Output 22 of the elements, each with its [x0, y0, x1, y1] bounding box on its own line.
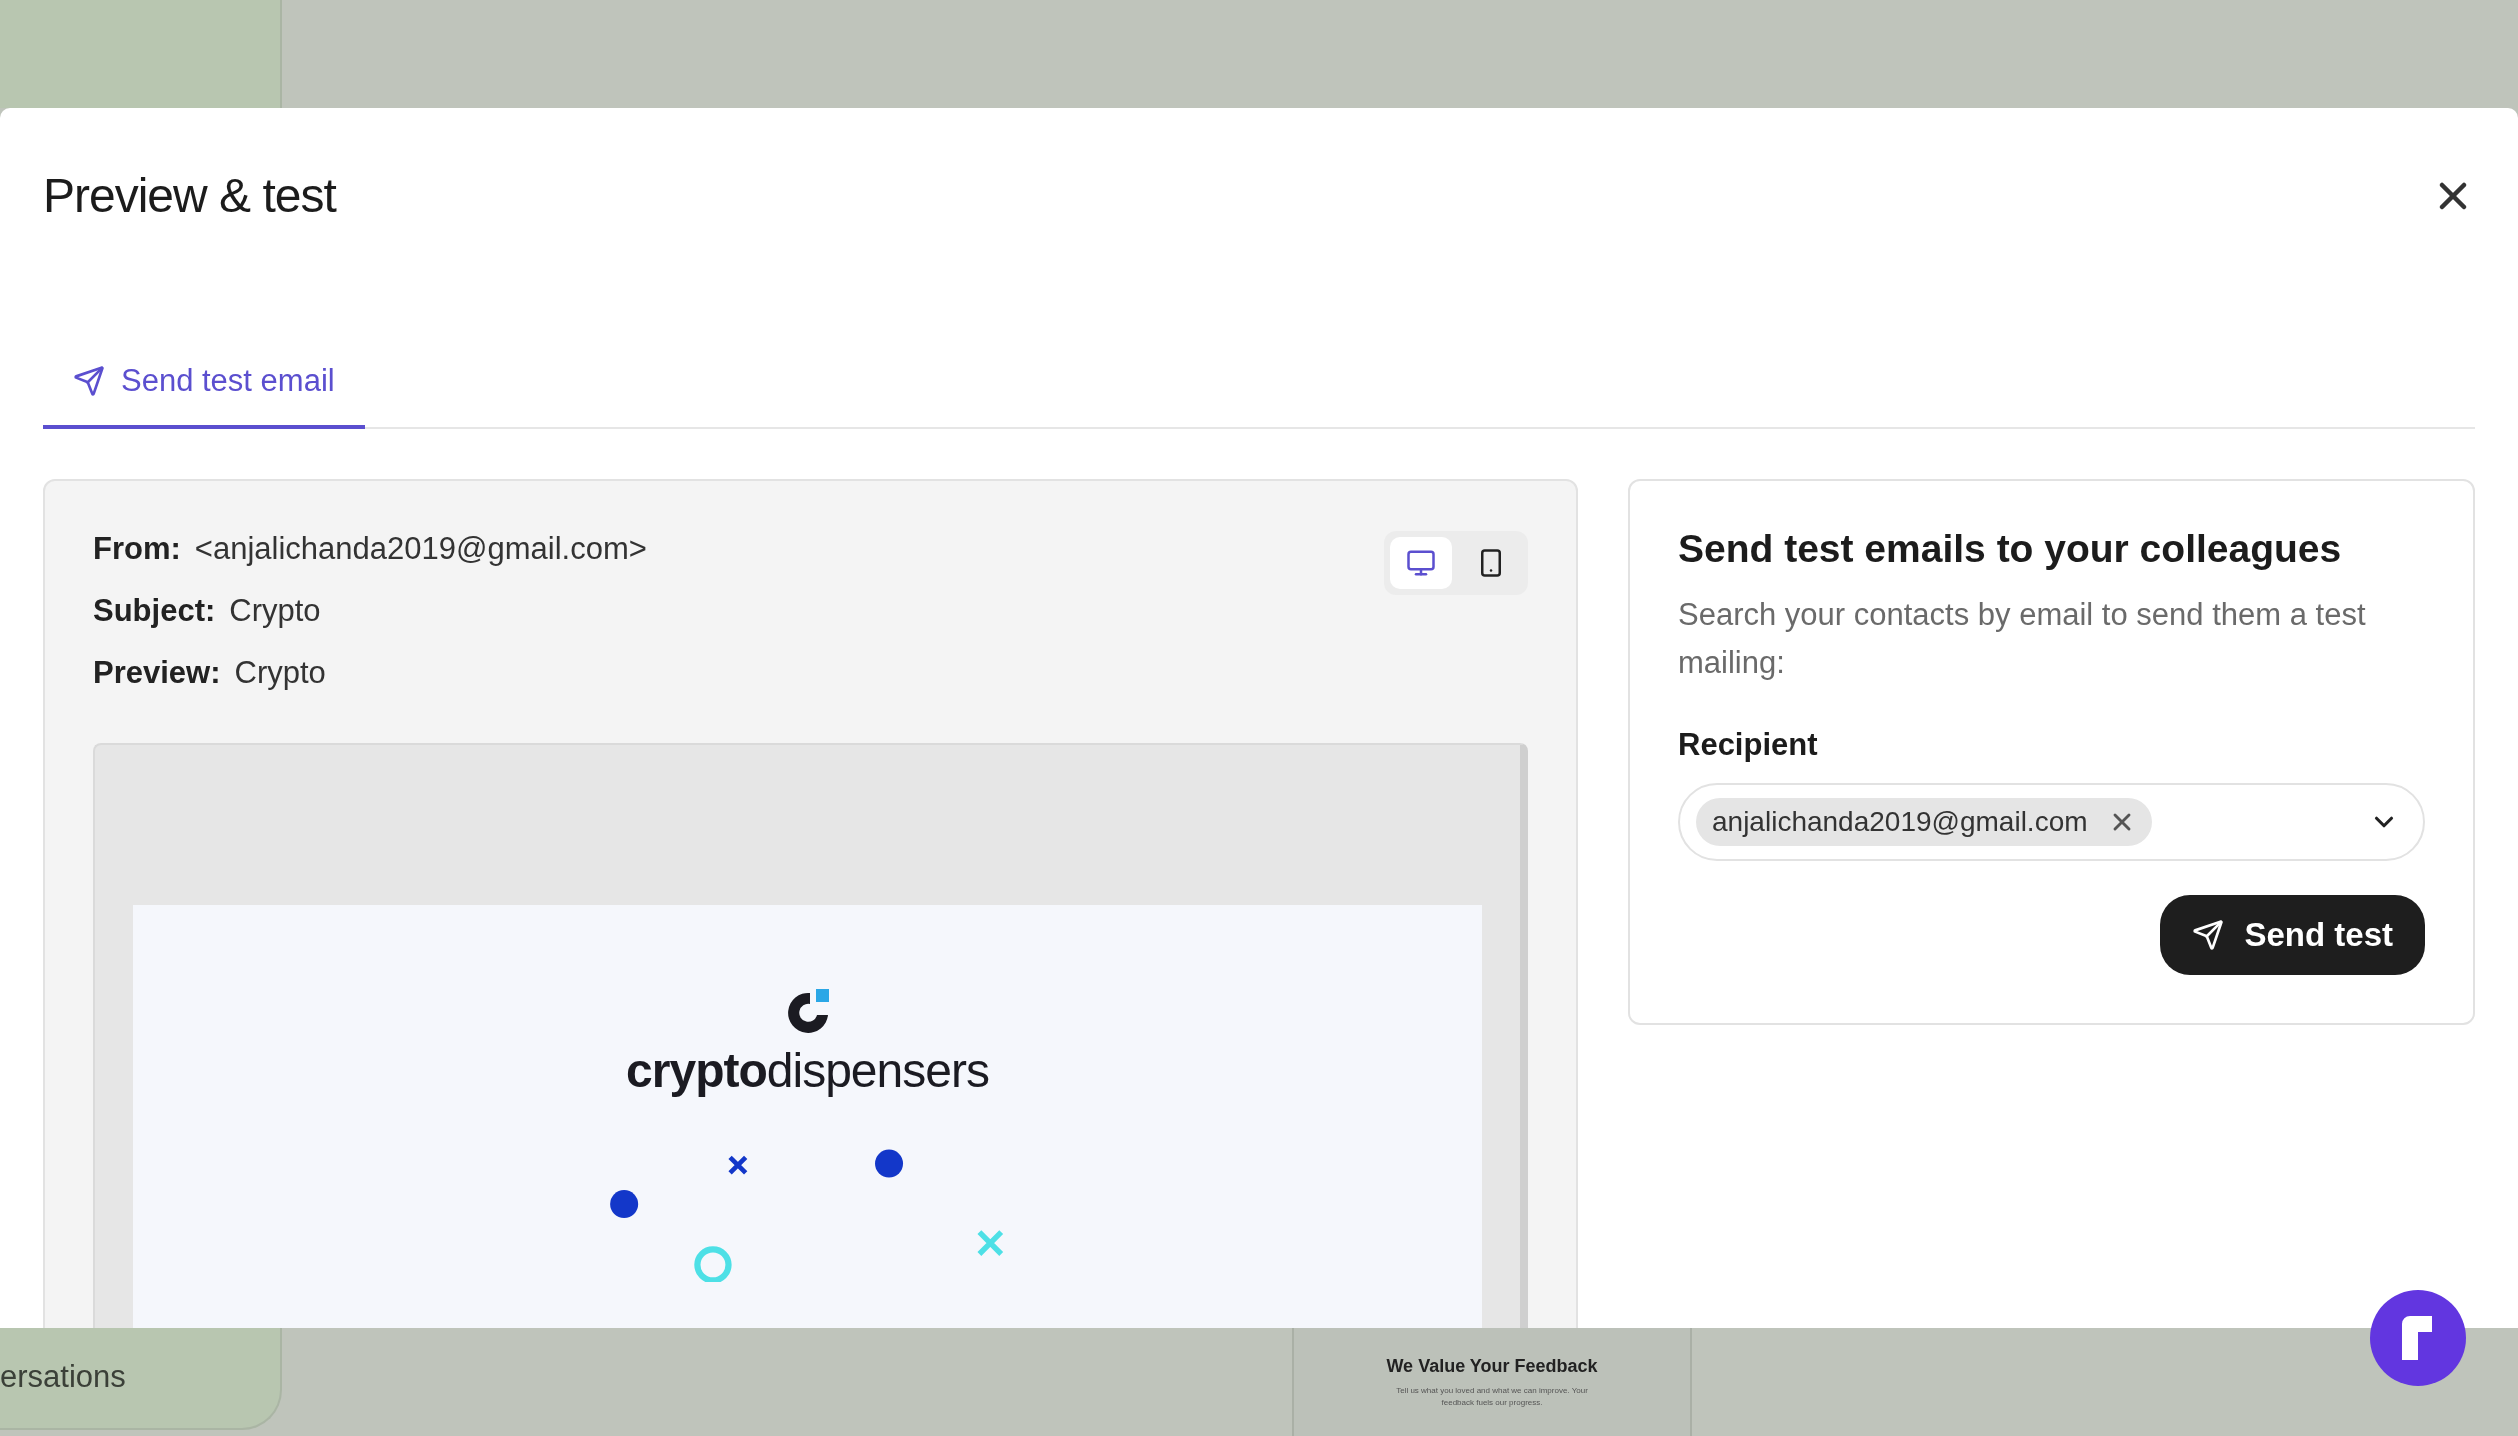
field-label: Recipient: [1678, 727, 1819, 764]
panel-description: Search your contacts by email to send them a test mailing:: [1678, 596, 2367, 683]
send-icon: [73, 365, 105, 397]
modal-title: Preview & test: [43, 168, 336, 223]
card-title: We Value Your Feedback: [1386, 1356, 1598, 1377]
monitor-icon: [1406, 548, 1436, 578]
sidebar-item[interactable]: ersations: [0, 1359, 126, 1395]
field-label: From:: [93, 531, 181, 567]
recipient-select[interactable]: anjalichanda2019@gmail.com: [1678, 783, 2425, 862]
field-label: Subject:: [93, 593, 216, 629]
field-value: Crypto: [234, 655, 326, 691]
field-value: Crypto: [229, 593, 321, 629]
send-test-button[interactable]: Send test: [2160, 895, 2425, 976]
tab[interactable]: Send test email: [43, 363, 365, 429]
panel-title: Send test emails to your colleagues: [1678, 527, 2343, 571]
card-text: Tell us what you loved and what we can improve. Your feedback fuels our progress.: [1395, 1385, 1589, 1409]
send-icon: [2192, 919, 2225, 952]
logo-text: cryptodispensers: [626, 1043, 989, 1098]
field-value: <anjalichanda2019@gmail.com>: [194, 531, 647, 567]
field-label: Preview:: [93, 655, 221, 691]
desktop-view-button[interactable]: [1390, 537, 1452, 589]
chip-text: anjalichanda2019@gmail.com: [1712, 806, 2088, 839]
